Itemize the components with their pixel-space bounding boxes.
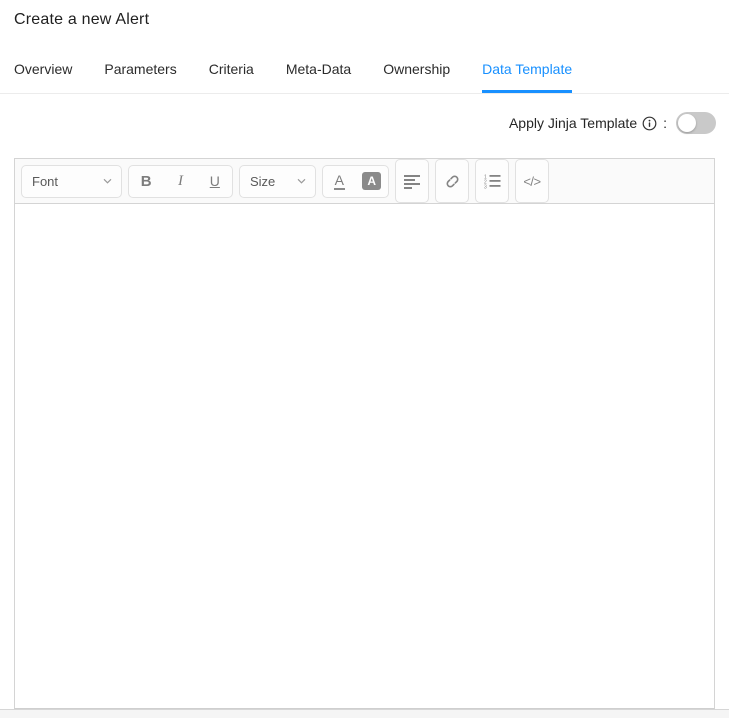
text-color-button[interactable]: A [323,166,356,197]
svg-text:3: 3 [484,184,487,188]
underline-button[interactable]: U [198,166,232,197]
font-size-value: Size [240,174,275,189]
highlight-color-icon: A [362,172,381,190]
tab-parameters[interactable]: Parameters [104,61,176,93]
tab-meta-data[interactable]: Meta-Data [286,61,351,93]
ordered-list-button[interactable]: 1 2 3 [475,159,509,203]
rich-text-editor: Font B I U Size A [14,158,715,709]
editor-toolbar: Font B I U Size A [14,158,715,204]
text-color-icon: A [334,173,345,190]
bottom-strip [0,709,729,718]
tab-criteria[interactable]: Criteria [209,61,254,93]
info-circle-icon[interactable] [642,116,657,131]
tab-bar-divider [0,93,729,94]
chevron-down-icon [296,176,307,187]
text-style-group: B I U [128,165,233,198]
font-family-value: Font [22,174,58,189]
create-alert-page: Create a new Alert Overview Parameters C… [0,0,729,718]
tab-bar: Overview Parameters Criteria Meta-Data O… [14,61,572,93]
insert-link-button[interactable] [435,159,469,203]
apply-jinja-toggle[interactable] [676,112,716,134]
highlight-color-button[interactable]: A [356,166,389,197]
font-size-dropdown[interactable]: Size [239,165,316,198]
ordered-list-icon: 1 2 3 [483,174,501,189]
page-title: Create a new Alert [14,11,149,29]
color-group: A A [322,165,389,198]
insert-link-icon [443,172,462,191]
tab-overview[interactable]: Overview [14,61,72,93]
align-left-button[interactable] [395,159,429,203]
apply-jinja-label: Apply Jinja Template [509,115,637,131]
toggle-knob [678,114,696,132]
tab-data-template[interactable]: Data Template [482,61,572,93]
chevron-down-icon [102,176,113,187]
apply-jinja-row: Apply Jinja Template : [509,111,716,135]
editor-content-area[interactable] [14,204,715,709]
tab-ownership[interactable]: Ownership [383,61,450,93]
code-view-icon: </> [523,174,540,189]
align-left-icon [403,174,421,189]
apply-jinja-colon: : [663,115,667,131]
bold-button[interactable]: B [129,166,163,197]
font-family-dropdown[interactable]: Font [21,165,122,198]
code-view-button[interactable]: </> [515,159,549,203]
italic-button[interactable]: I [163,166,197,197]
